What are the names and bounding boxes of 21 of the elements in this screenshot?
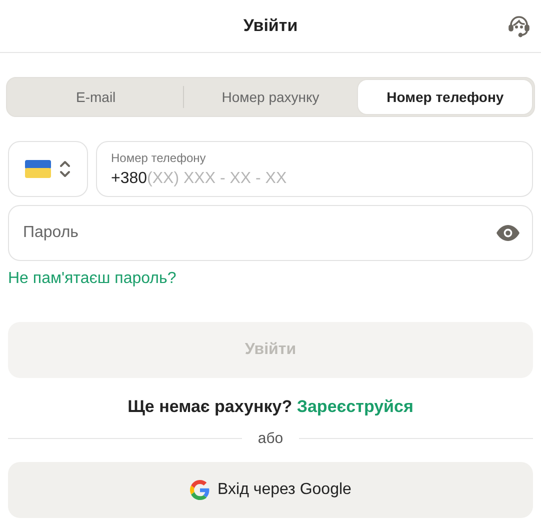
eye-icon[interactable] [496,225,520,241]
phone-field[interactable]: Номер телефону +380(XX) XXX - XX - XX [96,141,533,197]
tab[interactable]: Номер рахунку [184,80,358,114]
signup-prompt: Ще немає рахунку? Зареєструйся [126,396,414,418]
ukraine-flag-icon [25,160,51,178]
signup-link[interactable]: Зареєструйся [296,397,414,416]
google-sign-in-button[interactable]: Вхід через Google [8,462,533,518]
headset-icon[interactable] [507,14,531,38]
phone-prefix: +380 [111,169,148,190]
google-button-label: Вхід через Google [218,480,352,500]
divider-label: або [258,428,284,448]
tab[interactable]: Номер телефону [358,80,532,114]
tab[interactable]: E-mail [9,80,183,114]
password-field[interactable]: Пароль [8,205,533,261]
chevron-up-down-icon [59,160,71,178]
password-input[interactable]: Пароль [9,221,496,245]
google-icon [190,480,210,500]
forgot-password-link[interactable]: Не пам'ятаєш пароль? [8,270,176,287]
page-title: Увійти [243,15,298,38]
field-label: Номер телефону [111,151,207,166]
country-selector[interactable] [8,141,88,197]
